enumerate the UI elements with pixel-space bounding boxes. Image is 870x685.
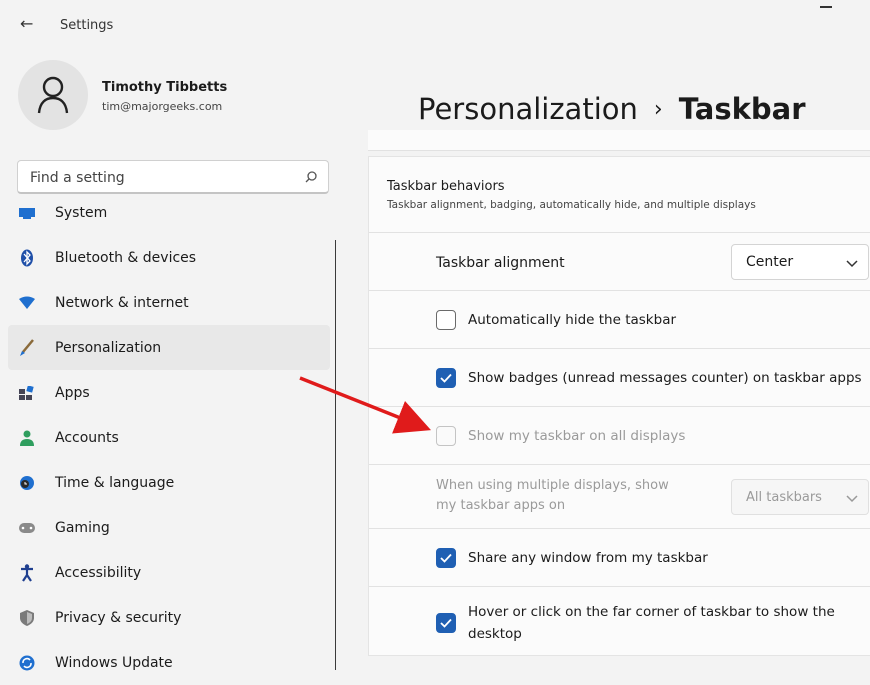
checkmark-icon [440,373,452,383]
sidebar-item-label: Windows Update [55,654,173,671]
sidebar-nav: System Bluetooth & devices Network & int… [8,190,330,685]
setting-row-all-displays: Show my taskbar on all displays [369,406,870,465]
search-box[interactable] [17,160,329,194]
chevron-down-icon [846,253,858,272]
dropdown-value: Center [746,254,794,270]
setting-row-hover-corner: Hover or click on the far corner of task… [369,586,870,657]
hover-corner-checkbox[interactable] [436,613,456,633]
share-window-checkbox[interactable] [436,548,456,568]
person-icon [18,429,36,447]
sidebar-item-windows-update[interactable]: Windows Update [8,640,330,685]
sidebar-item-label: Apps [55,384,90,401]
sidebar-item-bluetooth[interactable]: Bluetooth & devices [8,235,330,280]
bluetooth-icon [18,249,36,267]
apps-icon [18,384,36,402]
setting-label: Show my taskbar on all displays [468,428,686,444]
setting-label-line1: Hover or click on the far corner of task… [468,604,835,620]
title-bar: ← Settings [0,0,870,52]
update-icon [18,654,36,672]
search-input[interactable] [28,167,292,189]
back-button[interactable]: ← [20,14,33,33]
chevron-right-icon: › [653,97,663,122]
section-title: Taskbar behaviors [387,179,505,194]
sidebar-item-network[interactable]: Network & internet [8,280,330,325]
checkmark-icon [440,618,452,628]
chevron-down-icon [846,488,858,507]
monitor-icon [18,204,36,222]
sidebar-scrollbar[interactable] [335,240,336,670]
minimize-icon[interactable] [820,6,832,8]
person-outline-icon [37,76,69,114]
sidebar-item-label: Network & internet [55,294,189,311]
breadcrumb: Personalization › Taskbar [418,92,806,126]
sidebar-item-apps[interactable]: Apps [8,370,330,415]
auto-hide-checkbox[interactable] [436,310,456,330]
setting-label: Show badges (unread messages counter) on… [468,370,862,386]
sidebar-item-accounts[interactable]: Accounts [8,415,330,460]
avatar[interactable] [18,60,88,130]
sidebar-item-label: Time & language [55,474,175,491]
sidebar-item-time-language[interactable]: Time & language [8,460,330,505]
setting-label: Share any window from my taskbar [468,550,708,566]
wifi-icon [18,294,36,312]
setting-row-alignment: Taskbar alignment Center [369,232,870,291]
user-email: tim@majorgeeks.com [102,100,223,113]
sidebar-item-label: Bluetooth & devices [55,249,197,266]
dropdown-value: All taskbars [746,489,822,505]
setting-label: Taskbar alignment [436,255,565,271]
sidebar-item-label: System [55,204,108,221]
setting-label-line2: my taskbar apps on [436,498,566,513]
taskbar-behaviors-card: Taskbar behaviors Taskbar alignment, bad… [368,156,870,656]
setting-label: Automatically hide the taskbar [468,312,677,328]
taskbar-alignment-dropdown[interactable]: Center [731,244,869,280]
red-arrow-annotation [299,376,432,434]
shield-icon [18,609,36,627]
gamepad-icon [18,519,36,537]
accessibility-icon [18,563,36,582]
page-title: Taskbar [678,92,806,126]
sidebar-item-privacy-security[interactable]: Privacy & security [8,595,330,640]
previous-section-edge [368,130,870,151]
sidebar-item-label: Accounts [55,429,119,446]
setting-label-line2: desktop [468,626,522,642]
setting-row-auto-hide: Automatically hide the taskbar [369,290,870,349]
brush-icon [18,338,36,357]
search-icon[interactable] [304,169,318,188]
sidebar-item-personalization[interactable]: Personalization [8,325,330,370]
sidebar-item-label: Personalization [55,339,162,356]
setting-row-share-window: Share any window from my taskbar [369,528,870,587]
breadcrumb-parent[interactable]: Personalization [418,92,638,126]
sidebar-item-gaming[interactable]: Gaming [8,505,330,550]
sidebar-item-accessibility[interactable]: Accessibility [8,550,330,595]
checkmark-icon [440,553,452,563]
globe-clock-icon [18,474,36,492]
setting-row-multi-display: When using multiple displays, show my ta… [369,464,870,529]
sidebar-item-label: Gaming [55,519,110,536]
app-title: Settings [60,18,114,33]
setting-row-badges: Show badges (unread messages counter) on… [369,348,870,407]
sidebar-item-label: Accessibility [55,564,142,581]
sidebar-item-system[interactable]: System [8,190,330,235]
setting-label-line1: When using multiple displays, show [436,478,669,493]
sidebar-item-label: Privacy & security [55,609,182,626]
multi-display-dropdown[interactable]: All taskbars [731,479,869,515]
user-name: Timothy Tibbetts [102,80,228,95]
section-subtitle: Taskbar alignment, badging, automaticall… [387,199,756,211]
